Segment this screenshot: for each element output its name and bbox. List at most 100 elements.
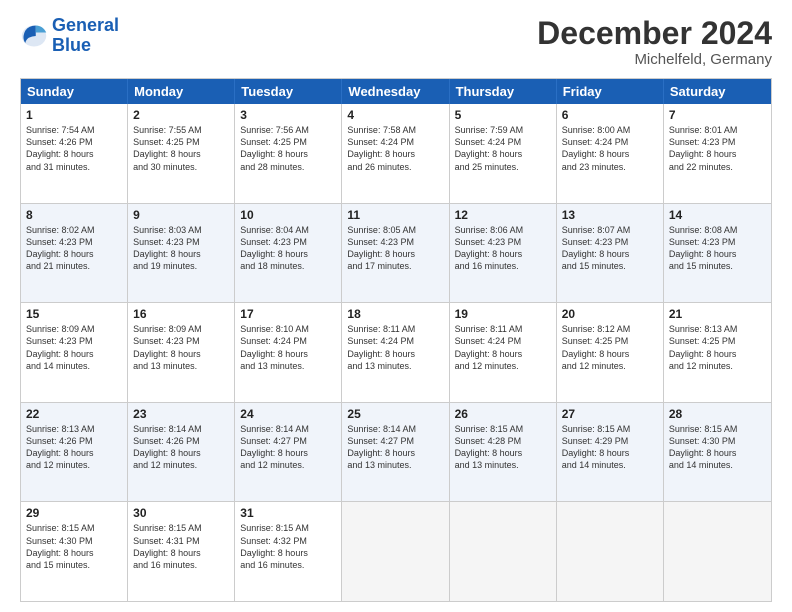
cell-info-line: and 13 minutes. xyxy=(455,459,551,471)
cell-info-line: Daylight: 8 hours xyxy=(133,348,229,360)
cell-info-line: Sunset: 4:32 PM xyxy=(240,535,336,547)
calendar-cell-4: 4Sunrise: 7:58 AMSunset: 4:24 PMDaylight… xyxy=(342,104,449,203)
cell-info-line: Sunset: 4:26 PM xyxy=(26,435,122,447)
cell-info-line: Sunset: 4:27 PM xyxy=(240,435,336,447)
cell-info-line: Daylight: 8 hours xyxy=(455,248,551,260)
calendar-cell-1: 1Sunrise: 7:54 AMSunset: 4:26 PMDaylight… xyxy=(21,104,128,203)
cell-info-line: Daylight: 8 hours xyxy=(562,447,658,459)
day-number: 25 xyxy=(347,407,443,421)
cell-info-line: and 22 minutes. xyxy=(669,161,766,173)
cell-info-line: Sunset: 4:25 PM xyxy=(669,335,766,347)
cell-info-line: Daylight: 8 hours xyxy=(133,547,229,559)
day-number: 31 xyxy=(240,506,336,520)
cell-info-line: Sunset: 4:30 PM xyxy=(669,435,766,447)
day-header-tuesday: Tuesday xyxy=(235,79,342,104)
cell-info-line: Sunset: 4:23 PM xyxy=(26,236,122,248)
cell-info-line: Sunset: 4:26 PM xyxy=(133,435,229,447)
cell-info-line: Sunset: 4:27 PM xyxy=(347,435,443,447)
calendar-cell-27: 27Sunrise: 8:15 AMSunset: 4:29 PMDayligh… xyxy=(557,403,664,502)
calendar-cell-17: 17Sunrise: 8:10 AMSunset: 4:24 PMDayligh… xyxy=(235,303,342,402)
cell-info-line: and 16 minutes. xyxy=(133,559,229,571)
calendar-row-1: 1Sunrise: 7:54 AMSunset: 4:26 PMDaylight… xyxy=(21,104,771,204)
cell-info-line: Daylight: 8 hours xyxy=(240,547,336,559)
cell-info-line: and 13 minutes. xyxy=(133,360,229,372)
cell-info-line: Daylight: 8 hours xyxy=(240,248,336,260)
day-number: 13 xyxy=(562,208,658,222)
calendar-cell-14: 14Sunrise: 8:08 AMSunset: 4:23 PMDayligh… xyxy=(664,204,771,303)
day-number: 3 xyxy=(240,108,336,122)
day-number: 23 xyxy=(133,407,229,421)
calendar-cell-24: 24Sunrise: 8:14 AMSunset: 4:27 PMDayligh… xyxy=(235,403,342,502)
calendar-row-5: 29Sunrise: 8:15 AMSunset: 4:30 PMDayligh… xyxy=(21,502,771,601)
cell-info-line: Sunset: 4:24 PM xyxy=(240,335,336,347)
cell-info-line: Sunrise: 8:10 AM xyxy=(240,323,336,335)
cell-info-line: Sunset: 4:28 PM xyxy=(455,435,551,447)
cell-info-line: Sunset: 4:23 PM xyxy=(669,136,766,148)
day-number: 18 xyxy=(347,307,443,321)
cell-info-line: Sunrise: 8:01 AM xyxy=(669,124,766,136)
cell-info-line: Sunset: 4:23 PM xyxy=(455,236,551,248)
cell-info-line: Sunrise: 7:58 AM xyxy=(347,124,443,136)
calendar-header: SundayMondayTuesdayWednesdayThursdayFrid… xyxy=(21,79,771,104)
cell-info-line: and 31 minutes. xyxy=(26,161,122,173)
calendar-cell-10: 10Sunrise: 8:04 AMSunset: 4:23 PMDayligh… xyxy=(235,204,342,303)
cell-info-line: and 12 minutes. xyxy=(562,360,658,372)
calendar-cell-2: 2Sunrise: 7:55 AMSunset: 4:25 PMDaylight… xyxy=(128,104,235,203)
day-number: 15 xyxy=(26,307,122,321)
calendar-cell-25: 25Sunrise: 8:14 AMSunset: 4:27 PMDayligh… xyxy=(342,403,449,502)
calendar-cell-6: 6Sunrise: 8:00 AMSunset: 4:24 PMDaylight… xyxy=(557,104,664,203)
cell-info-line: and 13 minutes. xyxy=(347,360,443,372)
cell-info-line: Sunset: 4:24 PM xyxy=(455,136,551,148)
logo: General Blue xyxy=(20,16,119,56)
cell-info-line: Sunset: 4:30 PM xyxy=(26,535,122,547)
day-number: 10 xyxy=(240,208,336,222)
cell-info-line: Sunrise: 8:08 AM xyxy=(669,224,766,236)
cell-info-line: and 18 minutes. xyxy=(240,260,336,272)
main-title: December 2024 xyxy=(537,16,772,51)
cell-info-line: Sunrise: 7:54 AM xyxy=(26,124,122,136)
cell-info-line: Sunrise: 8:15 AM xyxy=(455,423,551,435)
day-number: 28 xyxy=(669,407,766,421)
cell-info-line: Daylight: 8 hours xyxy=(562,348,658,360)
cell-info-line: and 16 minutes. xyxy=(455,260,551,272)
cell-info-line: and 12 minutes. xyxy=(133,459,229,471)
cell-info-line: and 25 minutes. xyxy=(455,161,551,173)
calendar-cell-16: 16Sunrise: 8:09 AMSunset: 4:23 PMDayligh… xyxy=(128,303,235,402)
calendar-cell-31: 31 Sunrise: 8:15 AMSunset: 4:32 PMDayligh… xyxy=(235,502,342,601)
cell-info-line: Sunrise: 8:15 AM xyxy=(562,423,658,435)
page: General Blue December 2024 Michelfeld, G… xyxy=(0,0,792,612)
cell-info-line: Daylight: 8 hours xyxy=(347,348,443,360)
cell-info-line: and 12 minutes. xyxy=(455,360,551,372)
calendar-cell-3: 3Sunrise: 7:56 AMSunset: 4:25 PMDaylight… xyxy=(235,104,342,203)
calendar-cell-11: 11Sunrise: 8:05 AMSunset: 4:23 PMDayligh… xyxy=(342,204,449,303)
cell-info-line: Daylight: 8 hours xyxy=(347,248,443,260)
cell-info-line: Sunrise: 7:55 AM xyxy=(133,124,229,136)
cell-info-line: Sunrise: 8:02 AM xyxy=(26,224,122,236)
cell-info-line: Sunrise: 7:59 AM xyxy=(455,124,551,136)
cell-info-line: Daylight: 8 hours xyxy=(26,248,122,260)
cell-info-line: Sunset: 4:24 PM xyxy=(455,335,551,347)
cell-info-line: Sunset: 4:25 PM xyxy=(562,335,658,347)
cell-info-line: and 15 minutes. xyxy=(562,260,658,272)
calendar-cell-5: 5Sunrise: 7:59 AMSunset: 4:24 PMDaylight… xyxy=(450,104,557,203)
calendar-row-2: 8Sunrise: 8:02 AMSunset: 4:23 PMDaylight… xyxy=(21,204,771,304)
cell-info-line: Daylight: 8 hours xyxy=(240,348,336,360)
cell-info-line: Sunrise: 8:15 AM xyxy=(26,522,122,534)
cell-info-line: Sunrise: 8:06 AM xyxy=(455,224,551,236)
cell-info-line: Daylight: 8 hours xyxy=(26,447,122,459)
cell-info-line: Sunrise: 8:03 AM xyxy=(133,224,229,236)
day-number: 19 xyxy=(455,307,551,321)
calendar-cell-12: 12Sunrise: 8:06 AMSunset: 4:23 PMDayligh… xyxy=(450,204,557,303)
cell-info-line: Sunrise: 8:15 AM xyxy=(240,522,336,534)
day-number: 4 xyxy=(347,108,443,122)
cell-info-line: Sunset: 4:25 PM xyxy=(240,136,336,148)
calendar-cell-15: 15Sunrise: 8:09 AMSunset: 4:23 PMDayligh… xyxy=(21,303,128,402)
cell-info-line: and 19 minutes. xyxy=(133,260,229,272)
day-number: 22 xyxy=(26,407,122,421)
cell-info-line: Daylight: 8 hours xyxy=(347,447,443,459)
logo-text: General Blue xyxy=(52,16,119,56)
cell-info-line: Sunrise: 8:05 AM xyxy=(347,224,443,236)
cell-info-line: Daylight: 8 hours xyxy=(455,348,551,360)
cell-info-line: Daylight: 8 hours xyxy=(133,148,229,160)
cell-info-line: Daylight: 8 hours xyxy=(455,447,551,459)
